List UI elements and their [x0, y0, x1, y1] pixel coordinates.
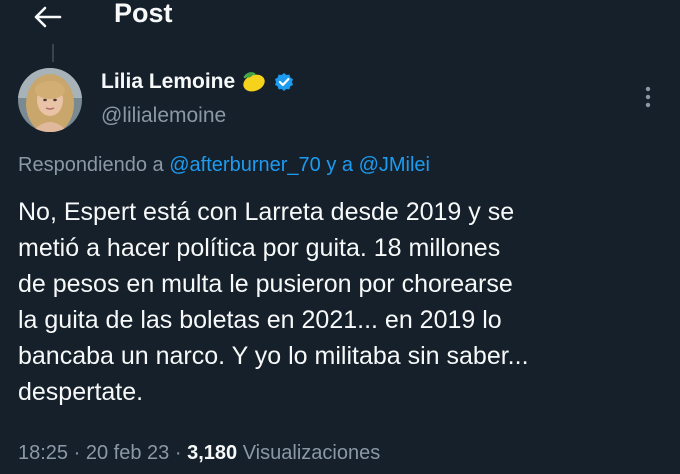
tweet-text: No, Espert está con Larreta desde 2019 y…	[18, 194, 668, 410]
avatar-image	[18, 68, 82, 132]
back-button[interactable]	[26, 0, 68, 34]
replying-connector: y a	[326, 154, 354, 176]
author-display-name[interactable]: Lilia Lemoine	[101, 70, 235, 94]
tweet-text-line: de pesos en multa le pusieron por chorea…	[18, 270, 513, 298]
meta-separator: ·	[174, 442, 182, 464]
author-name-row: Lilia Lemoine	[101, 70, 295, 94]
tweet-date[interactable]: 20 feb 23	[86, 442, 169, 464]
tweet-meta: 18:25 · 20 feb 23 · 3,180 Visualizacione…	[18, 442, 380, 465]
views-count: 3,180	[187, 442, 238, 464]
tweet-text-line: la guita de las boletas en 2021... en 20…	[18, 306, 502, 334]
arrow-left-icon	[34, 6, 62, 28]
tweet-time[interactable]: 18:25	[18, 442, 68, 464]
more-options-button[interactable]	[636, 82, 660, 112]
top-bar: Post	[0, 0, 680, 40]
replying-prefix: Respondiendo a	[18, 154, 164, 176]
lemon-icon	[243, 72, 265, 92]
mention-link[interactable]: @afterburner_70	[169, 154, 321, 176]
tweet-text-line: No, Espert está con Larreta desde 2019 y…	[18, 198, 515, 226]
page-title: Post	[114, 0, 173, 28]
tweet-text-line: bancaba un narco. Y yo lo militaba sin s…	[18, 342, 529, 370]
replying-to: Respondiendo a @afterburner_70 y a @JMil…	[18, 154, 430, 177]
avatar[interactable]	[18, 68, 82, 132]
more-vertical-icon	[645, 86, 651, 108]
thread-connector-line	[52, 44, 54, 62]
mention-link[interactable]: @JMilei	[359, 154, 430, 176]
tweet-text-line: despertate.	[18, 378, 144, 406]
meta-separator: ·	[73, 442, 81, 464]
views-label: Visualizaciones	[242, 442, 381, 464]
verified-badge-icon	[275, 73, 294, 91]
tweet-text-line: metió a hacer política por guita. 18 mil…	[18, 234, 501, 262]
author-handle[interactable]: @lilialemoine	[101, 104, 226, 128]
